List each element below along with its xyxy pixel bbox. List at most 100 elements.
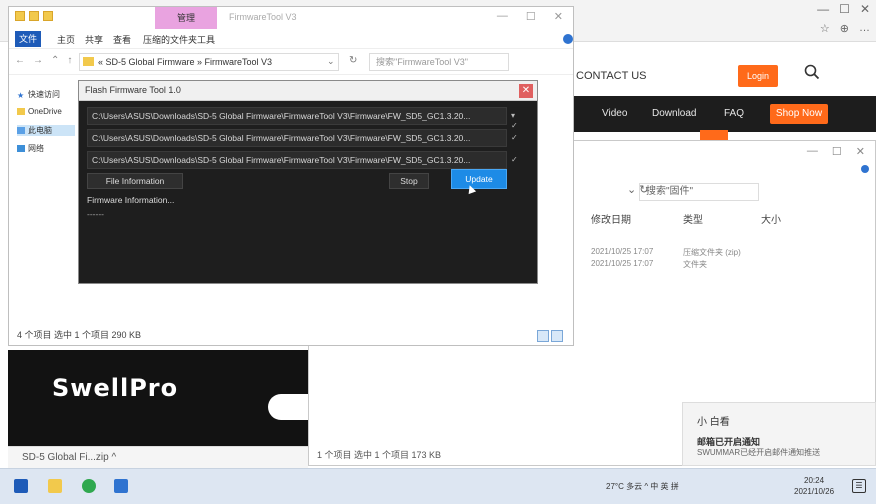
help-icon[interactable] (563, 34, 573, 44)
file-explorer-icon[interactable] (48, 479, 62, 493)
tab-home[interactable]: 主页 (57, 33, 75, 46)
firmware-path-input-2[interactable]: C:\Users\ASUS\Downloads\SD-5 Global Firm… (87, 129, 507, 147)
minimize-button[interactable]: — (497, 10, 508, 23)
column-header-type[interactable]: 类型 (683, 211, 703, 226)
tab-file[interactable]: 文件 (15, 31, 41, 47)
sidebar-item-label: OneDrive (28, 107, 62, 116)
search-icon[interactable] (804, 64, 820, 85)
explorer-window-controls: — ☐ ✕ (497, 10, 563, 23)
details-view-button[interactable] (537, 330, 549, 342)
explorer2-status-bar: 1 个项目 选中 1 个项目 173 KB (317, 450, 442, 460)
sidebar-item-quick-access[interactable]: ★ 快速访问 (17, 89, 60, 100)
large-icons-view-button[interactable] (551, 330, 563, 342)
browser-close-button[interactable]: ✕ (860, 2, 870, 16)
path-select-icon-2[interactable]: ✓ (511, 133, 521, 143)
download-item-chip[interactable]: SD-5 Global Fi...zip ^ (8, 446, 308, 468)
up-arrow-icon[interactable]: ↑ (67, 55, 72, 66)
swellpro-logo: SwellPro (52, 374, 179, 402)
quick-access-toolbar (15, 11, 53, 21)
browser-minimize-button[interactable]: — (817, 2, 829, 16)
table-cell: 文件夹 (683, 260, 707, 269)
explorer2-maximize-button[interactable]: ☐ (832, 145, 842, 158)
clock[interactable]: 20:24 2021/10/26 (794, 475, 834, 497)
table-cell: 2021/10/25 17:07 (591, 259, 654, 268)
firmware-path-input-3[interactable]: C:\Users\ASUS\Downloads\SD-5 Global Firm… (87, 151, 507, 169)
properties-icon[interactable] (29, 11, 39, 21)
firmware-path-input-1[interactable]: C:\Users\ASUS\Downloads\SD-5 Global Firm… (87, 107, 507, 125)
maximize-button[interactable]: ☐ (526, 10, 536, 23)
tool-title: Flash Firmware Tool 1.0 (85, 85, 181, 95)
tab-share[interactable]: 共享 (85, 33, 103, 46)
stop-button[interactable]: Stop (389, 173, 429, 189)
sidebar-item-this-pc[interactable]: 此电脑 (17, 125, 75, 136)
forward-arrow-icon[interactable]: → (33, 55, 43, 66)
folder-icon (83, 57, 94, 66)
more-menu-icon[interactable]: … (859, 22, 870, 35)
contact-us-link[interactable]: CONTACT US (576, 70, 647, 82)
browser-icon[interactable] (82, 479, 96, 493)
clock-time: 20:24 (804, 476, 825, 485)
explorer2-window-controls: — ☐ ✕ (807, 145, 865, 158)
back-arrow-icon[interactable]: ← (15, 55, 25, 66)
help-icon[interactable] (861, 165, 869, 173)
sidebar-item-network[interactable]: 网络 (17, 143, 44, 154)
folder-icon[interactable] (15, 11, 25, 21)
tab-view[interactable]: 查看 (113, 33, 131, 46)
network-icon (17, 145, 25, 152)
file-information-button[interactable]: File Information (87, 173, 183, 189)
cloud-icon (17, 108, 25, 115)
new-folder-icon[interactable] (43, 11, 53, 21)
explorer-titlebar: 管理 FirmwareTool V3 — ☐ ✕ (9, 7, 573, 29)
chevron-down-icon[interactable]: ⌄ (327, 56, 335, 67)
status-bar: 4 个项目 选中 1 个项目 290 KB (17, 330, 142, 340)
column-header-size[interactable]: 大小 (761, 211, 781, 226)
recent-dropdown-icon[interactable]: ⌃ (51, 55, 59, 66)
manage-tab[interactable]: 管理 (155, 7, 217, 29)
navigation-pane: ★ 快速访问 OneDrive 此电脑 网络 (9, 77, 75, 327)
browser-maximize-button[interactable]: ☐ (839, 2, 850, 16)
taskbar: 27°C 多云 ^ 中 英 拼 20:24 2021/10/26 ☰ (0, 468, 876, 504)
address-bar[interactable]: « SD-5 Global Firmware » FirmwareTool V3 (79, 53, 339, 71)
explorer2-close-button[interactable]: ✕ (856, 145, 865, 158)
star-icon: ★ (17, 91, 25, 100)
explorer2-minimize-button[interactable]: — (807, 145, 818, 158)
path-select-icon-3[interactable]: ✓ (511, 155, 521, 165)
nav-faq[interactable]: FAQ (724, 108, 744, 119)
toast-title: 小 白看 (697, 417, 730, 428)
tool-titlebar: Flash Firmware Tool 1.0 ✕ (79, 81, 537, 101)
explorer2-search-input[interactable]: 搜索"固件" (639, 183, 759, 201)
close-button[interactable]: ✕ (554, 10, 563, 23)
computer-icon (17, 127, 25, 134)
system-tray[interactable]: 27°C 多云 ^ 中 英 拼 (606, 481, 679, 492)
sidebar-item-label: 网络 (28, 144, 44, 153)
sidebar-item-onedrive[interactable]: OneDrive (17, 107, 62, 116)
firmware-tool-icon[interactable] (114, 479, 128, 493)
login-button[interactable]: Login (738, 65, 778, 87)
browser-window-controls: — ☐ ✕ (817, 2, 870, 16)
nav-buttons: ← → ⌃ ↑ (15, 55, 72, 66)
flash-firmware-tool-dialog: Flash Firmware Tool 1.0 ✕ C:\Users\ASUS\… (78, 80, 538, 284)
search-input[interactable]: 搜索"FirmwareTool V3" (369, 53, 509, 71)
update-button[interactable]: Update (451, 169, 507, 189)
sidebar-item-label: 此电脑 (28, 126, 52, 135)
tool-close-button[interactable]: ✕ (519, 84, 533, 98)
start-icon[interactable] (14, 479, 28, 493)
path-select-icon-1[interactable]: ▾ ✓ (511, 111, 521, 130)
browser-toolbar-icons: ☆ ⊕ … (820, 22, 870, 35)
notification-center-icon[interactable]: ☰ (852, 479, 866, 493)
sidebar-item-label: 快速访问 (28, 90, 60, 99)
notification-toast[interactable]: 小 白看 邮箱已开启通知 SWUMMAR已经开启邮件通知推送 (682, 402, 876, 466)
tab-compressed-tools[interactable]: 压缩的文件夹工具 (143, 33, 215, 46)
toast-body: SWUMMAR已经开启邮件通知推送 (697, 448, 821, 457)
nav-video[interactable]: Video (602, 108, 627, 119)
column-header-date[interactable]: 修改日期 (591, 211, 631, 226)
nav-badge (700, 130, 728, 140)
nav-download[interactable]: Download (652, 108, 696, 119)
firmware-info-label: Firmware Information... (87, 195, 175, 205)
extensions-icon[interactable]: ⊕ (840, 22, 849, 35)
window-title: FirmwareTool V3 (229, 12, 297, 22)
view-toggle (537, 330, 563, 342)
favorite-icon[interactable]: ☆ (820, 22, 830, 35)
shop-now-button[interactable]: Shop Now (770, 104, 828, 124)
refresh-icon[interactable]: ↻ (349, 55, 357, 66)
